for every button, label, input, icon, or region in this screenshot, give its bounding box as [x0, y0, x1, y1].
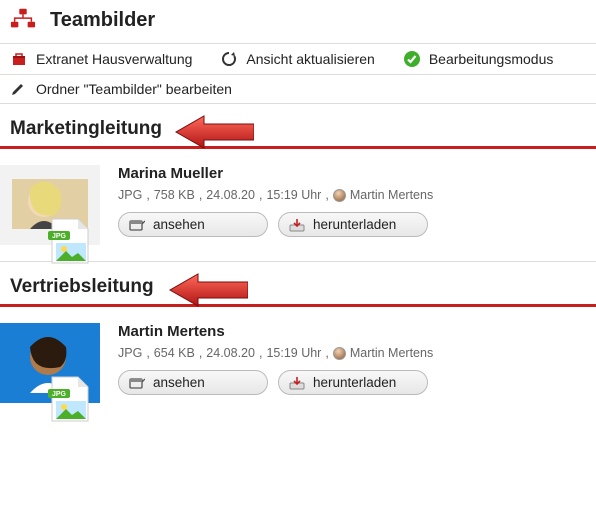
- toolbar: Extranet Hausverwaltung Ansicht aktualis…: [0, 43, 596, 75]
- meta-uploader: Martin Mertens: [350, 346, 433, 360]
- download-icon: [289, 376, 305, 390]
- view-icon: [129, 376, 145, 390]
- meta-date: 24.08.20: [206, 188, 255, 202]
- file-entry: JPG Marina Mueller JPG, 758 KB, 24.08.20…: [0, 149, 596, 262]
- toolbar-editmode-label: Bearbeitungsmodus: [429, 51, 554, 67]
- view-button[interactable]: ansehen: [118, 212, 268, 237]
- thumbnail-wrap: JPG: [0, 323, 100, 403]
- meta-size: 654 KB: [154, 346, 195, 360]
- download-icon: [289, 218, 305, 232]
- subtoolbar: Ordner "Teambilder" bearbeiten: [0, 75, 596, 104]
- toolbar-extranet[interactable]: Extranet Hausverwaltung: [10, 50, 192, 68]
- toolbar-refresh[interactable]: Ansicht aktualisieren: [220, 50, 374, 68]
- svg-text:JPG: JPG: [52, 391, 67, 398]
- folder-hierarchy-icon: [10, 8, 36, 33]
- meta-format: JPG: [118, 346, 142, 360]
- jpg-file-icon: JPG: [46, 375, 96, 425]
- avatar-icon: [333, 347, 346, 360]
- briefcase-icon: [10, 50, 28, 68]
- file-entry: JPG Martin Mertens JPG, 654 KB, 24.08.20…: [0, 307, 596, 419]
- section-heading: Vertriebsleitung: [0, 262, 596, 307]
- download-button[interactable]: herunterladen: [278, 370, 428, 395]
- view-label: ansehen: [153, 217, 205, 232]
- page-title: Teambilder: [50, 9, 155, 32]
- meta-size: 758 KB: [154, 188, 195, 202]
- download-label: herunterladen: [313, 375, 396, 390]
- entry-body: Marina Mueller JPG, 758 KB, 24.08.20, 15…: [118, 165, 586, 245]
- section-vertrieb: Vertriebsleitung JPG: [0, 262, 596, 419]
- pencil-icon: [10, 81, 26, 97]
- section-heading: Marketingleitung: [0, 104, 596, 149]
- jpg-file-icon: JPG: [46, 217, 96, 267]
- thumbnail-wrap: JPG: [0, 165, 100, 245]
- svg-text:JPG: JPG: [52, 233, 67, 240]
- edit-folder-link[interactable]: Ordner "Teambilder" bearbeiten: [36, 81, 232, 97]
- meta-time: 15:19 Uhr: [266, 346, 321, 360]
- page-header: Teambilder: [0, 0, 596, 43]
- view-button[interactable]: ansehen: [118, 370, 268, 395]
- view-label: ansehen: [153, 375, 205, 390]
- download-label: herunterladen: [313, 217, 396, 232]
- meta-date: 24.08.20: [206, 346, 255, 360]
- button-row: ansehen herunterladen: [118, 212, 586, 237]
- entry-body: Martin Mertens JPG, 654 KB, 24.08.20, 15…: [118, 323, 586, 403]
- refresh-icon: [220, 50, 238, 68]
- toolbar-extranet-label: Extranet Hausverwaltung: [36, 51, 192, 67]
- avatar-icon: [333, 189, 346, 202]
- check-circle-icon: [403, 50, 421, 68]
- button-row: ansehen herunterladen: [118, 370, 586, 395]
- edit-folder-label: Ordner "Teambilder" bearbeiten: [36, 81, 232, 97]
- section-marketing: Marketingleitung JPG: [0, 104, 596, 262]
- meta-uploader: Martin Mertens: [350, 188, 433, 202]
- download-button[interactable]: herunterladen: [278, 212, 428, 237]
- entry-meta: JPG, 758 KB, 24.08.20, 15:19 Uhr, Martin…: [118, 188, 586, 202]
- entry-title: Martin Mertens: [118, 323, 586, 340]
- toolbar-editmode[interactable]: Bearbeitungsmodus: [403, 50, 554, 68]
- meta-time: 15:19 Uhr: [266, 188, 321, 202]
- entry-title: Marina Mueller: [118, 165, 586, 182]
- toolbar-refresh-label: Ansicht aktualisieren: [246, 51, 374, 67]
- entry-meta: JPG, 654 KB, 24.08.20, 15:19 Uhr, Martin…: [118, 346, 586, 360]
- meta-format: JPG: [118, 188, 142, 202]
- view-icon: [129, 218, 145, 232]
